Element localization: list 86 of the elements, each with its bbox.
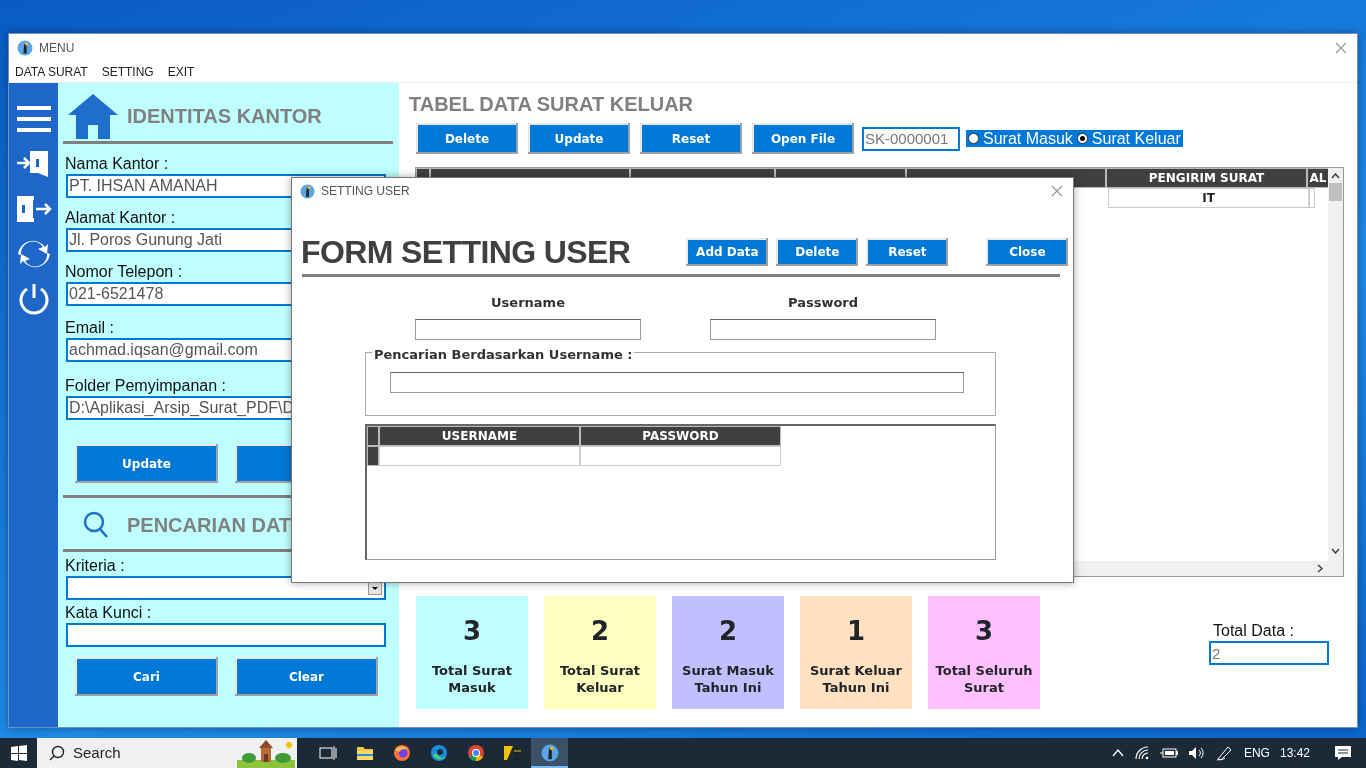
search-field[interactable] bbox=[390, 371, 964, 393]
globe-icon bbox=[300, 183, 315, 199]
row-header bbox=[367, 445, 379, 466]
column-header: PENGIRIM SURAT bbox=[1106, 168, 1307, 188]
menu-item[interactable]: SETTING bbox=[101, 62, 154, 81]
section-heading: PENCARIAN DAT bbox=[127, 513, 292, 538]
form-button[interactable]: Reset bbox=[866, 238, 949, 266]
search-icon bbox=[83, 511, 109, 539]
dropdown-field[interactable] bbox=[66, 576, 386, 600]
stat-value: 1 bbox=[846, 615, 866, 648]
task-view-icon bbox=[318, 745, 337, 761]
field-label: Nama Kantor : bbox=[65, 154, 170, 174]
search-placeholder: Search bbox=[73, 742, 121, 763]
vertical-scrollbar[interactable] bbox=[1328, 168, 1343, 561]
close-icon[interactable] bbox=[1051, 185, 1063, 197]
taskbar-search[interactable]: Search bbox=[37, 738, 297, 768]
search-icon bbox=[49, 745, 65, 761]
table-cell bbox=[1309, 188, 1315, 208]
menu-item[interactable]: DATA SURAT bbox=[15, 62, 88, 81]
field-label: Nomor Telepon : bbox=[65, 262, 184, 282]
toolbar-button[interactable]: Delete bbox=[416, 123, 518, 154]
volume-icon[interactable] bbox=[1187, 746, 1206, 760]
taskbar-app[interactable] bbox=[531, 738, 568, 768]
field-label: Folder Pemyimpanan : bbox=[65, 376, 227, 396]
row-header bbox=[367, 425, 379, 446]
toolbar-button[interactable]: Update bbox=[528, 123, 630, 154]
search-button[interactable]: Cari bbox=[75, 657, 218, 696]
chrome-icon bbox=[466, 744, 485, 762]
field-label: Total Data : bbox=[1213, 621, 1295, 641]
menu-item[interactable]: EXIT bbox=[167, 62, 195, 81]
close-icon[interactable] bbox=[1335, 41, 1347, 54]
field-label: Email : bbox=[65, 318, 115, 338]
radio-option[interactable]: Surat Keluar bbox=[1076, 126, 1181, 151]
column-header: AL bbox=[1307, 168, 1329, 188]
stat-label: Total Seluruh Surat bbox=[934, 662, 1034, 696]
scroll-thumb[interactable] bbox=[1329, 183, 1342, 201]
chevron-up-icon[interactable] bbox=[1111, 748, 1124, 758]
language-indicator[interactable]: ENG bbox=[1243, 744, 1270, 762]
form-button[interactable]: Close bbox=[986, 238, 1069, 266]
table-cell: IT bbox=[1108, 188, 1309, 208]
notification-icon[interactable] bbox=[1334, 745, 1352, 761]
stat-label: Total Surat Keluar bbox=[558, 662, 642, 696]
firefox-icon bbox=[392, 744, 411, 762]
total-field[interactable]: 2 bbox=[1209, 641, 1329, 665]
globe-icon bbox=[540, 744, 559, 762]
folder-icon bbox=[355, 745, 374, 761]
field-label: Alamat Kantor : bbox=[65, 208, 177, 228]
column-header: PASSWORD bbox=[580, 425, 781, 446]
menu-icon[interactable] bbox=[16, 105, 51, 133]
section-heading: IDENTITAS KANTOR bbox=[127, 104, 322, 129]
field-label: Username bbox=[490, 294, 566, 312]
text-field[interactable] bbox=[66, 623, 386, 647]
windows-icon bbox=[10, 745, 27, 761]
edge-icon bbox=[429, 744, 448, 762]
stat-label: Surat Masuk Tahun Ini bbox=[681, 662, 775, 696]
sign-out-icon[interactable] bbox=[15, 193, 52, 225]
toolbar-button[interactable]: Reset bbox=[640, 123, 742, 154]
clear-button[interactable]: Clear bbox=[235, 657, 378, 696]
code-field[interactable]: SK-0000001 bbox=[862, 126, 960, 151]
form-button[interactable]: Add Data bbox=[686, 238, 769, 266]
form-button[interactable]: Delete bbox=[776, 238, 859, 266]
archive-icon bbox=[502, 744, 523, 762]
text-field[interactable] bbox=[415, 318, 641, 340]
battery-icon[interactable] bbox=[1159, 747, 1178, 759]
clock[interactable]: 13:42 bbox=[1279, 744, 1310, 762]
field-label: Password bbox=[786, 294, 860, 312]
radio-option[interactable]: Surat Masuk bbox=[968, 126, 1073, 151]
refresh-icon[interactable] bbox=[15, 239, 52, 269]
column-header: USERNAME bbox=[379, 425, 580, 446]
field-label: Kata Kunci : bbox=[65, 603, 153, 623]
globe-icon bbox=[17, 39, 33, 56]
pen-icon[interactable] bbox=[1215, 745, 1234, 761]
stat-label: Surat Keluar Tahun Ini bbox=[808, 662, 904, 696]
window-title: MENU bbox=[39, 39, 75, 57]
stat-value: 2 bbox=[718, 615, 738, 648]
update-button[interactable]: Update bbox=[75, 444, 218, 483]
stat-value: 2 bbox=[590, 615, 610, 648]
wifi-icon[interactable] bbox=[1133, 746, 1150, 760]
text-field[interactable] bbox=[710, 318, 936, 340]
table-title: TABEL DATA SURAT KELUAR bbox=[409, 93, 695, 115]
stat-value: 3 bbox=[462, 615, 482, 648]
house-icon bbox=[67, 93, 119, 139]
stat-value: 3 bbox=[974, 615, 994, 648]
stat-label: Total Surat Masuk bbox=[430, 662, 514, 696]
toolbar-button[interactable]: Open File bbox=[752, 123, 854, 154]
field-label: Kriteria : bbox=[65, 556, 126, 576]
